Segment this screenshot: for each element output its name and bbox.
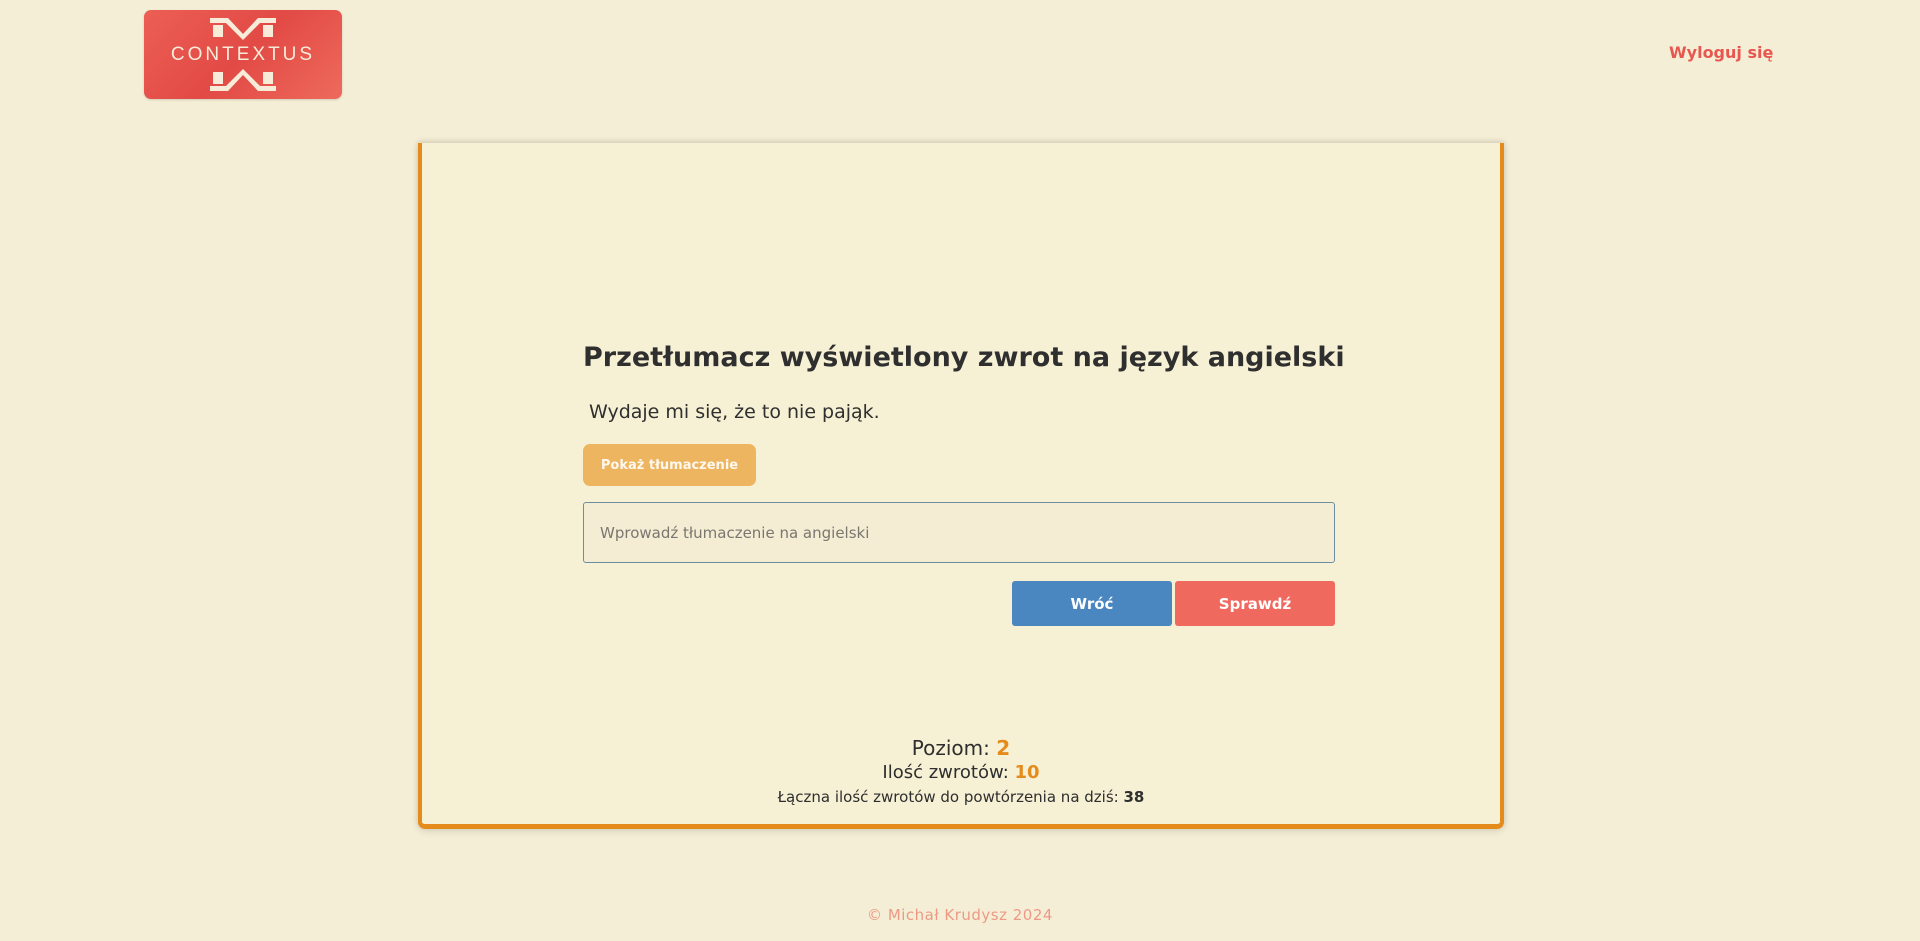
total-review-value: 38 xyxy=(1123,788,1145,806)
phrase-count-label: Ilość zwrotów: xyxy=(882,762,1009,783)
level-stat: Poziom: 2 xyxy=(418,736,1504,760)
show-translation-button[interactable]: Pokaż tłumaczenie xyxy=(583,444,756,486)
logo-text: CONTEXTUS xyxy=(170,44,316,65)
total-review-stat: Łączna ilość zwrotów do powtórzenia na d… xyxy=(418,788,1504,806)
footer-copyright: © Michał Krudysz 2024 xyxy=(867,906,1053,924)
exercise-heading: Przetłumacz wyświetlony zwrot na język a… xyxy=(583,342,1345,373)
total-review-label: Łączna ilość zwrotów do powtórzenia na d… xyxy=(777,788,1119,806)
exercise-card xyxy=(418,143,1504,829)
logout-link[interactable]: Wyloguj się xyxy=(1669,43,1773,62)
level-label: Poziom: xyxy=(911,736,990,760)
translation-input[interactable] xyxy=(583,502,1335,563)
phrase-count-value: 10 xyxy=(1014,762,1040,783)
back-button[interactable]: Wróć xyxy=(1012,581,1172,626)
contextus-logo[interactable]: CONTEXTUS xyxy=(144,10,342,99)
phrase-count-stat: Ilość zwrotów: 10 xyxy=(418,762,1504,783)
phrase-to-translate: Wydaje mi się, że to nie pająk. xyxy=(589,401,880,423)
level-value: 2 xyxy=(996,736,1011,760)
check-button[interactable]: Sprawdź xyxy=(1175,581,1335,626)
